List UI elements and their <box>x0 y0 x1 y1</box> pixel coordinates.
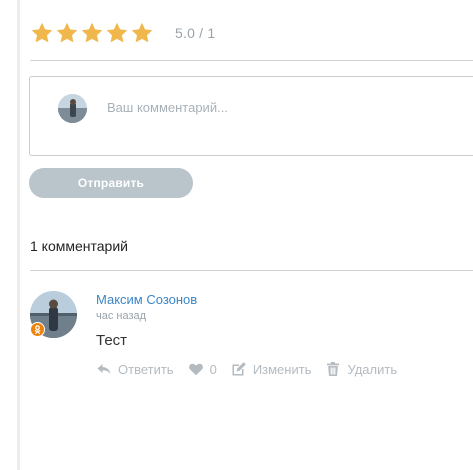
submit-button[interactable]: Отправить <box>29 168 193 198</box>
likes-count: 0 <box>209 361 217 377</box>
comment-text: Тест <box>96 332 128 349</box>
star-icon[interactable] <box>30 21 54 45</box>
heart-icon <box>188 363 203 376</box>
rating: 5.0 / 1 <box>30 21 215 45</box>
reply-label: Ответить <box>118 361 174 377</box>
reply-button[interactable]: Ответить <box>96 361 174 377</box>
reply-icon <box>97 364 111 374</box>
edit-button[interactable]: Изменить <box>231 361 312 377</box>
trash-icon <box>327 362 340 376</box>
rating-stars[interactable] <box>30 21 154 45</box>
edit-label: Изменить <box>252 361 312 377</box>
star-icon[interactable] <box>80 21 104 45</box>
comment-input[interactable]: Ваш комментарий... <box>107 100 228 115</box>
edit-icon <box>232 362 246 376</box>
divider <box>30 270 473 271</box>
rating-summary: 5.0 / 1 <box>175 25 216 41</box>
delete-label: Удалить <box>347 361 398 377</box>
odnoklassniki-icon <box>30 322 45 337</box>
comment-form[interactable]: Ваш комментарий... <box>29 76 473 156</box>
like-button[interactable]: 0 <box>188 361 217 377</box>
left-border <box>17 0 20 470</box>
divider <box>30 60 473 61</box>
comment-author[interactable]: Максим Созонов <box>96 292 197 307</box>
delete-button[interactable]: Удалить <box>325 361 397 377</box>
avatar <box>58 94 87 123</box>
star-icon[interactable] <box>55 21 79 45</box>
comments-count: 1 комментарий <box>30 238 128 254</box>
star-icon[interactable] <box>130 21 154 45</box>
star-icon[interactable] <box>105 21 129 45</box>
comment-time: час назад <box>96 310 147 322</box>
comment-actions: Ответить 0 Изменить Удалить <box>96 361 411 377</box>
